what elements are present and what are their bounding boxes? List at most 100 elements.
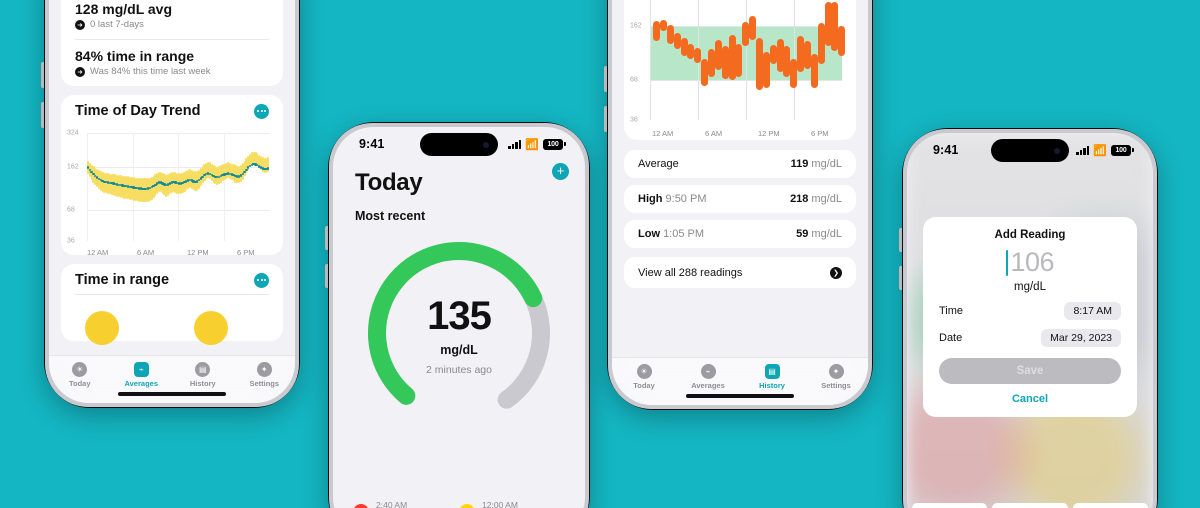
card-title: Time in range [75, 272, 170, 288]
tab-label: Today [68, 379, 91, 388]
status-icons: 📶 100 [508, 138, 566, 151]
daily-readings-chart: 324162683612 AM6 AM12 PM6 PM [628, 0, 846, 140]
settings-icon: ✦ [828, 364, 844, 379]
phone-device-averages: Last 7-days 128 mg/dL avg ➜ 0 last 7-day… [41, 0, 300, 408]
card-header: Time in range [61, 264, 283, 294]
reading-bar [707, 49, 715, 77]
phone2-screen: 9:41 📶 100 + Today Most recent 135 mg/dL… [333, 127, 585, 508]
tab-settings[interactable]: ✦ Settings [804, 364, 868, 390]
cancel-button[interactable]: Cancel [939, 393, 1121, 405]
gridline [746, 0, 747, 120]
row-value: 59 mg/dL [796, 228, 842, 240]
value-number: 218 [790, 193, 809, 205]
tab-averages[interactable]: ⌁ Averages [676, 364, 740, 390]
value-unit: mg/dL [811, 158, 842, 170]
average-row[interactable]: Average 119 mg/dL [624, 150, 856, 178]
tab-history[interactable]: ▤ History [740, 364, 804, 390]
gridline [650, 0, 651, 120]
tab-averages[interactable]: ⌁ Averages [111, 362, 173, 388]
key-3[interactable]: 3 [1072, 503, 1148, 508]
label-time: 1:05 PM [663, 228, 705, 240]
y-axis-tick: 68 [630, 76, 638, 84]
y-axis-tick: 36 [630, 116, 638, 124]
tab-settings[interactable]: ✦ Settings [234, 362, 296, 388]
tab-today[interactable]: ☀ Today [49, 362, 111, 388]
gauge-readout: 135 mg/dL 2 minutes ago [359, 233, 559, 433]
row-value: 119 mg/dL [791, 158, 842, 170]
save-button[interactable]: Save [939, 358, 1121, 384]
row-label: High 9:50 PM [638, 193, 706, 205]
high-row[interactable]: High 9:50 PM 218 mg/dL [624, 185, 856, 213]
gridline [87, 133, 88, 241]
averages-icon: ⌁ [133, 362, 149, 377]
key-1[interactable]: 1 [912, 503, 988, 508]
glucose-gauge[interactable]: 135 mg/dL 2 minutes ago [359, 233, 559, 433]
reading-input[interactable]: 106 [939, 249, 1121, 276]
time-label: Time [939, 305, 964, 317]
key-2[interactable]: 2 [992, 503, 1068, 508]
last-7-days-card: Last 7-days 128 mg/dL avg ➜ 0 last 7-day… [61, 0, 283, 86]
more-options-button[interactable] [254, 103, 269, 119]
cellular-bars-icon [1076, 145, 1090, 155]
wifi-icon: 📶 [525, 138, 539, 151]
today-icon: ☀ [636, 364, 652, 379]
reading-unit: mg/dL [1014, 281, 1046, 293]
tab-label: Today [633, 381, 655, 390]
row-label: Low 1:05 PM [638, 228, 704, 240]
x-axis-tick: 12 PM [758, 129, 780, 138]
reading-bar [769, 44, 777, 65]
numeric-keypad: 1 2 3 [907, 503, 1153, 508]
wifi-icon: 📶 [1093, 144, 1107, 157]
label-text: High [638, 193, 663, 205]
reading-bar [735, 43, 743, 77]
date-value[interactable]: Mar 29, 2023 [1041, 329, 1121, 347]
time-value[interactable]: 8:17 AM [1064, 302, 1121, 320]
more-options-button[interactable] [254, 272, 269, 288]
avg-subtext: 0 last 7-days [90, 19, 144, 30]
phone-device-add-reading: 9:41 📶 100 Add Reading 106 mg/dL Time 8:… [899, 128, 1158, 508]
x-axis-tick: 6 AM [137, 248, 155, 257]
time-of-day-trend-chart: 324 162 68 36 12 AM 6 AM 12 PM 6 PM [65, 127, 273, 257]
view-all-readings-row[interactable]: View all 288 readings ❯ [624, 257, 856, 288]
chevron-right-icon: ❯ [830, 266, 842, 279]
home-indicator[interactable] [686, 394, 794, 398]
time-field[interactable]: Time 8:17 AM [939, 302, 1121, 320]
reading-value: 106 [1010, 247, 1055, 277]
avg-stat-row[interactable]: 128 mg/dL avg ➜ 0 last 7-days [61, 0, 283, 39]
today-min-max-row: ↓ 2:40 AM 81 mg/dL ↑ 12:00 AM 159 mg/dL [333, 500, 585, 508]
tab-today[interactable]: ☀ Today [612, 364, 676, 390]
y-axis-tick: 36 [67, 237, 75, 245]
add-reading-button[interactable]: + [552, 163, 569, 180]
dialog-title: Add Reading [994, 229, 1066, 241]
y-axis-tick: 162 [67, 163, 79, 171]
arrow-right-icon: ➜ [75, 19, 85, 30]
dynamic-island [420, 133, 498, 156]
camera-icon [483, 141, 489, 148]
gridline [223, 133, 225, 241]
reading-bar [673, 32, 681, 50]
high-reading[interactable]: ↑ 12:00 AM 159 mg/dL [459, 500, 565, 508]
card-header: Time of Day Trend [61, 95, 283, 123]
averages-icon: ⌁ [700, 364, 716, 379]
avg-subtext-row: ➜ 0 last 7-days [75, 19, 269, 30]
status-time: 9:41 [359, 137, 385, 151]
tab-label: History [759, 381, 785, 390]
low-row[interactable]: Low 1:05 PM 59 mg/dL [624, 220, 856, 248]
add-reading-dialog: Add Reading 106 mg/dL Time 8:17 AM Date … [923, 217, 1137, 417]
phone-device-history: Tuesday, March 28, 2023 324162683612 AM6… [604, 0, 873, 410]
x-axis-tick: 12 PM [187, 248, 209, 257]
reading-bar [810, 53, 818, 89]
reading-bar [666, 25, 674, 44]
dynamic-island [991, 139, 1069, 162]
home-indicator[interactable] [118, 392, 226, 396]
reading-bar [803, 40, 811, 69]
low-reading[interactable]: ↓ 2:40 AM 81 mg/dL [353, 500, 459, 508]
reading-bar [817, 23, 825, 65]
status-bar: 9:41 📶 100 [333, 127, 585, 157]
tab-label: Averages [691, 381, 725, 390]
time-in-range-stat-row[interactable]: 84% time in range ➜ Was 84% this time la… [61, 40, 283, 86]
day-detail-card: Tuesday, March 28, 2023 324162683612 AM6… [624, 0, 856, 140]
tab-history[interactable]: ▤ History [172, 362, 234, 388]
value-number: 59 [796, 228, 809, 240]
date-field[interactable]: Date Mar 29, 2023 [939, 329, 1121, 347]
